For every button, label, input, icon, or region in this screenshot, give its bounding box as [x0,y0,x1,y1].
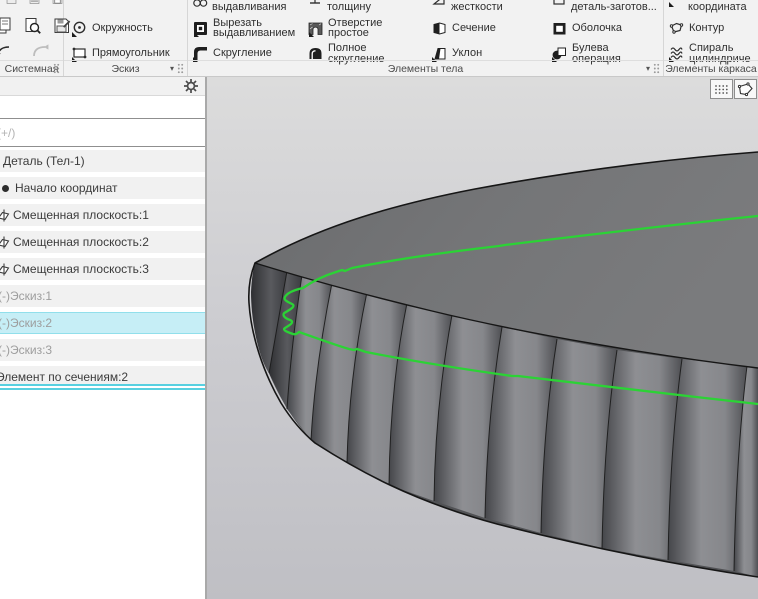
tree-item-offset-plane-3[interactable]: Смещенная плоскость:3 [0,258,205,280]
simple-hole-button[interactable]: Отверстие простое [307,18,392,39]
feature-tree: Деталь (Тел-1) Начало координат Смещенна… [0,150,205,393]
extrude-icon [192,0,208,7]
clipped-icon [29,0,40,7]
print-preview-icon[interactable] [24,17,42,40]
grip-icon[interactable] [177,63,184,74]
ribbon-group-system: Системная [0,0,63,76]
point-by-coords-button-partial[interactable]: координата [668,0,758,13]
plane-icon [0,236,10,249]
cut-extrude-icon [192,20,209,37]
tree-item-part-root[interactable]: Деталь (Тел-1) [0,150,205,172]
clipped-icon [52,0,63,7]
rib-button-partial[interactable]: жесткости [431,0,549,13]
tree-panel-header [0,77,205,96]
section-button[interactable]: Сечение [431,20,496,37]
ribbon-group-sketch: Окружность Прямоугольник Эскиз ▾ [64,0,187,76]
3d-viewport[interactable] [207,77,758,599]
chevron-down-icon[interactable]: ▾ [646,65,650,73]
ribbon-group-frame: координата Контур Спираль цилиндриче Эле… [664,0,758,76]
contour-button[interactable]: Контур [668,20,724,37]
dots-grid-icon [714,84,729,95]
ribbon-toolbar: Системная Окружность Прямоугольник Эскиз… [0,0,758,77]
grip-icon[interactable] [53,63,60,74]
tree-item-origin[interactable]: Начало координат [0,177,205,199]
contour-shape-icon [737,82,754,97]
tree-item-offset-plane-1[interactable]: Смещенная плоскость:1 [0,204,205,226]
blank-part-button-partial[interactable]: деталь-заготов... [551,0,661,13]
hole-icon [307,20,324,37]
contour-mode-button[interactable] [734,79,757,99]
group-label-system: Системная [0,60,63,76]
disc-geometry [249,152,758,577]
extrude-button-partial[interactable]: выдавливания [192,0,306,13]
copy-icon[interactable] [0,17,13,40]
plane-icon [0,263,10,276]
tree-item-sketch-1[interactable]: (-)Эскиз:1 [0,285,205,307]
plane-icon [0,209,10,222]
model-disc[interactable] [207,77,758,599]
grip-icon[interactable] [653,63,660,74]
group-label-text: Элементы каркаса [665,63,757,75]
circle-icon [71,20,88,37]
tree-selection-indicator [0,384,205,390]
thicken-icon [307,0,323,7]
ribbon-group-body: выдавливания Вырезать выдавливанием Скру… [188,0,663,76]
grip-dots-button[interactable] [710,79,733,99]
group-label-text: Системная [5,63,59,75]
group-label-body: Элементы тела ▾ [188,60,663,76]
group-label-text: Элементы тела [388,63,463,75]
gear-icon[interactable] [183,78,199,94]
cut-extrude-button[interactable]: Вырезать выдавливанием [192,18,305,39]
group-label-text: Эскиз [111,63,139,75]
tree-item-sketch-3[interactable]: (-)Эскиз:3 [0,339,205,361]
viewport-controls [709,79,757,99]
section-icon [431,20,448,37]
model-tree-panel: Деталь (Тел-1) Начало координат Смещенна… [0,77,207,599]
clipped-icon [6,0,17,7]
shell-button[interactable]: Оболочка [551,20,622,37]
circle-button[interactable]: Окружность [71,20,153,37]
coords-icon [668,0,684,7]
tree-search-input[interactable] [0,119,205,146]
blank-part-icon [551,0,567,7]
group-label-sketch: Эскиз ▾ [64,60,187,76]
group-label-frame: Элементы каркаса [664,60,758,76]
contour-icon [668,20,685,37]
tree-item-offset-plane-2[interactable]: Смещенная плоскость:2 [0,231,205,253]
tree-item-sketch-2-selected[interactable]: (-)Эскиз:2 [0,312,205,334]
shell-icon [551,20,568,37]
chevron-down-icon[interactable]: ▾ [170,65,174,73]
origin-icon [2,185,9,192]
rib-icon [431,0,447,7]
thicken-button-partial[interactable]: толщину [307,0,429,13]
tree-search-row [0,118,205,147]
